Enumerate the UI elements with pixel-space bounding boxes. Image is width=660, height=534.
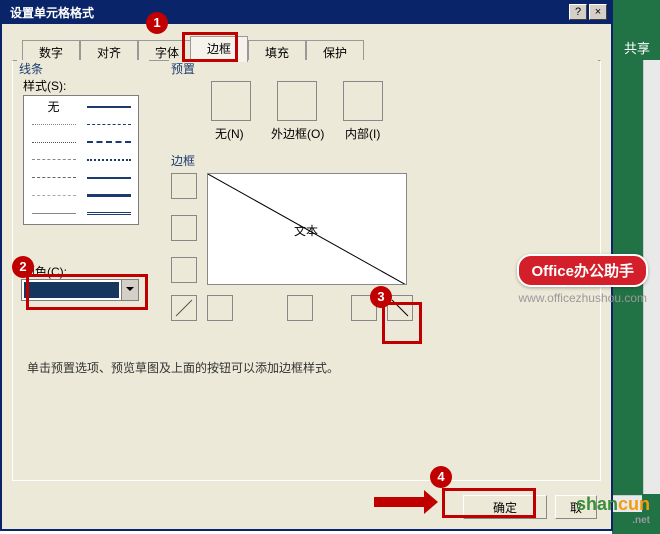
titlebar[interactable]: 设置单元格格式 ? × xyxy=(2,0,611,24)
line-group-label: 线条 xyxy=(17,60,149,77)
border-bottom-button[interactable] xyxy=(171,257,197,283)
style-opt[interactable] xyxy=(81,169,136,187)
preset-inside-button[interactable] xyxy=(343,81,383,121)
preset-group: 预置 无(N) 外边框(O) 内部(I) xyxy=(167,67,596,157)
color-picker[interactable] xyxy=(21,279,139,301)
callout-1: 1 xyxy=(146,12,168,34)
watermark-logo: shancun .net xyxy=(576,494,650,526)
preset-group-label: 预置 xyxy=(169,60,598,77)
tab-border[interactable]: 边框 xyxy=(190,36,248,62)
arrow-icon xyxy=(374,490,438,514)
help-button[interactable]: ? xyxy=(569,4,587,20)
preset-none-label: 无(N) xyxy=(215,125,244,142)
callout-3: 3 xyxy=(370,286,392,308)
style-opt[interactable] xyxy=(81,98,136,116)
tab-number[interactable]: 数字 xyxy=(22,40,80,62)
border-tab-panel: 线条 样式(S): 无 颜色(C): xyxy=(12,60,601,481)
tab-strip: 数字 对齐 字体 边框 填充 保护 xyxy=(12,34,601,62)
style-opt[interactable] xyxy=(81,204,136,222)
callout-2: 2 xyxy=(12,256,34,278)
border-mid-h-button[interactable] xyxy=(171,215,197,241)
border-mid-v-button[interactable] xyxy=(287,295,313,321)
dialog-title: 设置单元格格式 xyxy=(6,4,567,21)
border-group-label: 边框 xyxy=(169,152,598,169)
style-label: 样式(S): xyxy=(23,77,66,94)
preview-text: 文本 xyxy=(294,222,318,239)
ok-button[interactable]: 确定 xyxy=(463,495,547,519)
style-opt[interactable] xyxy=(81,116,136,134)
style-opt[interactable] xyxy=(26,204,81,222)
border-top-button[interactable] xyxy=(171,173,197,199)
style-opt[interactable] xyxy=(26,169,81,187)
share-label[interactable]: 共享 xyxy=(624,38,650,57)
preset-outline-label: 外边框(O) xyxy=(271,125,324,142)
tab-fill[interactable]: 填充 xyxy=(248,40,306,62)
style-opt[interactable] xyxy=(81,187,136,205)
tab-protection[interactable]: 保护 xyxy=(306,40,364,62)
style-opt[interactable] xyxy=(81,151,136,169)
preset-none-button[interactable] xyxy=(211,81,251,121)
style-opt[interactable] xyxy=(81,133,136,151)
hint-text: 单击预置选项、预览草图及上面的按钮可以添加边框样式。 xyxy=(27,359,339,376)
watermark-brand: Office办公助手 www.officezhushou.com xyxy=(517,254,648,305)
tab-font[interactable]: 字体 xyxy=(138,40,196,62)
style-none[interactable]: 无 xyxy=(26,98,81,116)
chevron-down-icon[interactable] xyxy=(121,280,138,300)
border-diag-up-button[interactable] xyxy=(171,295,197,321)
style-opt[interactable] xyxy=(26,133,81,151)
preset-inside-label: 内部(I) xyxy=(345,125,380,142)
style-opt[interactable] xyxy=(26,187,81,205)
style-opt[interactable] xyxy=(26,151,81,169)
preset-outline-button[interactable] xyxy=(277,81,317,121)
border-left-button[interactable] xyxy=(207,295,233,321)
border-preview[interactable]: 文本 xyxy=(207,173,407,285)
tab-alignment[interactable]: 对齐 xyxy=(80,40,138,62)
line-group: 线条 样式(S): 无 颜色(C): xyxy=(15,67,147,327)
callout-4: 4 xyxy=(430,466,452,488)
close-button[interactable]: × xyxy=(589,4,607,20)
line-style-picker[interactable]: 无 xyxy=(23,95,139,225)
style-opt[interactable] xyxy=(26,116,81,134)
color-swatch xyxy=(24,282,119,298)
